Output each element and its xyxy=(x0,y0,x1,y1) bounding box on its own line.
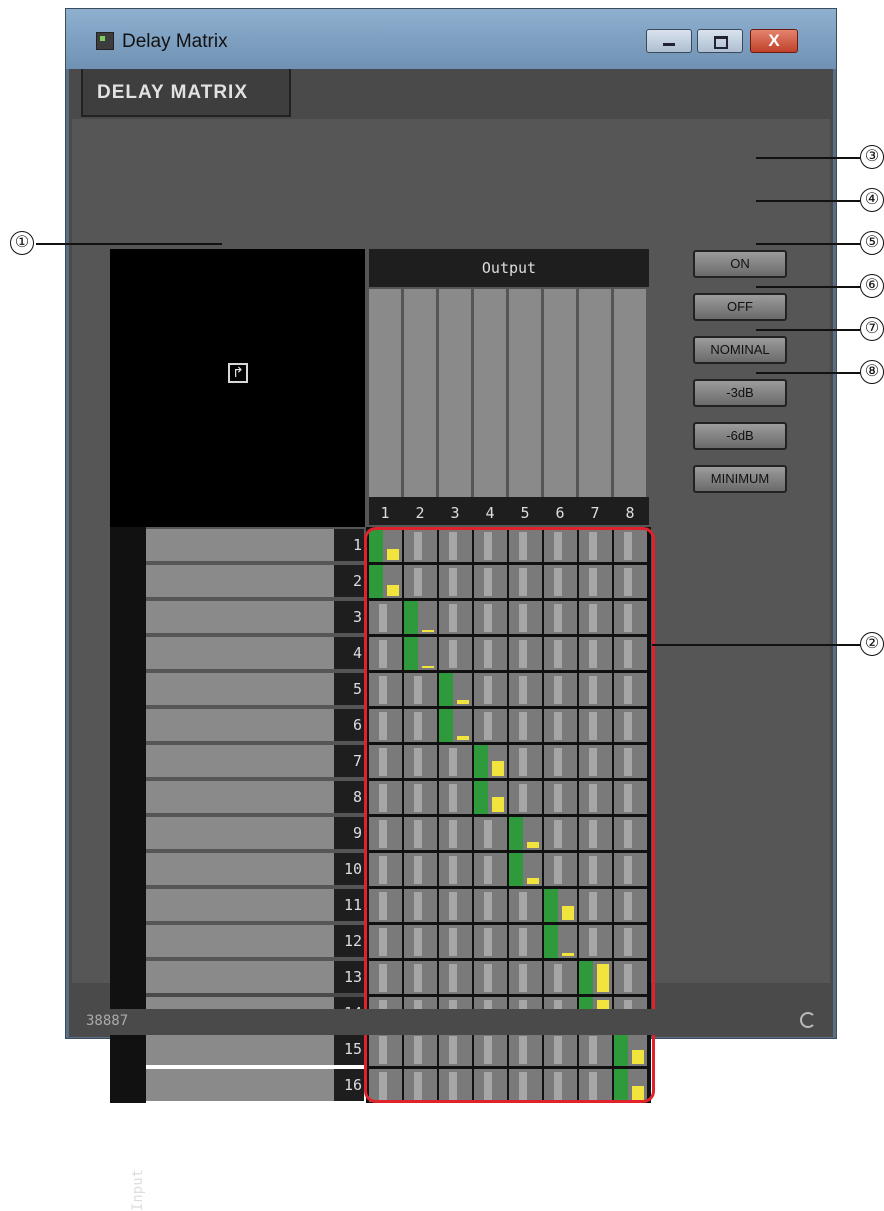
minus-6db-button[interactable]: -6dB xyxy=(693,422,787,450)
title-bar[interactable]: Delay Matrix X xyxy=(66,9,836,69)
input-number: 6 xyxy=(334,709,364,741)
nominal-button[interactable]: NOMINAL xyxy=(693,336,787,364)
callout-4: ④ xyxy=(860,188,884,212)
output-channel-7 xyxy=(579,289,611,497)
output-header: Output xyxy=(369,249,649,287)
tab-label: DELAY MATRIX xyxy=(97,82,249,103)
input-name-field[interactable] xyxy=(146,745,334,777)
input-name-field[interactable] xyxy=(146,925,334,957)
output-number: 2 xyxy=(404,501,436,525)
input-name-field[interactable] xyxy=(146,637,334,669)
input-name-field[interactable] xyxy=(146,853,334,885)
minimum-button[interactable]: MINIMUM xyxy=(693,465,787,493)
callout-6: ⑥ xyxy=(860,274,884,298)
output-number: 8 xyxy=(614,501,646,525)
refresh-icon[interactable] xyxy=(800,1012,816,1028)
input-number: 5 xyxy=(334,673,364,705)
output-channel-8 xyxy=(614,289,646,497)
minus-3db-button[interactable]: -3dB xyxy=(693,379,787,407)
callout-7: ⑦ xyxy=(860,317,884,341)
input-number: 11 xyxy=(334,889,364,921)
input-name-field[interactable] xyxy=(146,529,334,561)
callout-2: ② xyxy=(860,632,884,656)
matrix-panel: ↱ Output 12345678 Input 1 2 3 4 5 6 7 8 9 10 11 12 1… xyxy=(72,119,830,1211)
input-name-field[interactable] xyxy=(146,817,334,849)
callout-3: ③ xyxy=(860,145,884,169)
callout-line-4 xyxy=(756,200,860,202)
callout-line-7 xyxy=(756,329,860,331)
output-channel-2 xyxy=(404,289,436,497)
input-name-field[interactable] xyxy=(146,1069,334,1101)
input-number: 15 xyxy=(334,1033,364,1065)
input-name-field[interactable] xyxy=(146,889,334,921)
callout-line-6 xyxy=(756,286,860,288)
output-number: 7 xyxy=(579,501,611,525)
off-button[interactable]: OFF xyxy=(693,293,787,321)
output-number: 3 xyxy=(439,501,471,525)
corner-panel: ↱ xyxy=(110,249,365,527)
callout-8: ⑧ xyxy=(860,360,884,384)
input-number: 12 xyxy=(334,925,364,957)
delay-matrix-window: Delay Matrix X DELAY MATRIX ↱ Output 123… xyxy=(65,8,837,1211)
output-number: 1 xyxy=(369,501,401,525)
callout-line-5 xyxy=(756,243,860,245)
minimize-button[interactable] xyxy=(646,29,692,53)
minimize-icon xyxy=(663,43,675,46)
input-name-field[interactable] xyxy=(146,961,334,993)
callout-5: ⑤ xyxy=(860,231,884,255)
output-number: 5 xyxy=(509,501,541,525)
input-number: 9 xyxy=(334,817,364,849)
input-label: Input xyxy=(130,1168,146,1211)
input-number: 16 xyxy=(334,1069,364,1101)
input-name-field[interactable] xyxy=(146,1033,334,1065)
output-channel-3 xyxy=(439,289,471,497)
client-area: DELAY MATRIX ↱ Output 12345678 Input 123… xyxy=(69,69,833,1211)
input-number: 4 xyxy=(334,637,364,669)
input-number: 1 xyxy=(334,529,364,561)
input-name-field[interactable] xyxy=(146,673,334,705)
input-number: 8 xyxy=(334,781,364,813)
on-button[interactable]: ON xyxy=(693,250,787,278)
input-name-field[interactable] xyxy=(146,781,334,813)
close-icon: X xyxy=(768,31,780,50)
output-number: 4 xyxy=(474,501,506,525)
input-number: 7 xyxy=(334,745,364,777)
callout-line-2 xyxy=(652,644,860,646)
callout-line-1 xyxy=(36,243,222,245)
restore-button[interactable] xyxy=(697,29,743,53)
tab-delay-matrix[interactable]: DELAY MATRIX xyxy=(81,69,291,117)
callout-1: ① xyxy=(10,231,34,255)
output-channel-1 xyxy=(369,289,401,497)
input-name-field[interactable] xyxy=(146,601,334,633)
restore-icon xyxy=(714,36,728,49)
input-number: 3 xyxy=(334,601,364,633)
output-channel-5 xyxy=(509,289,541,497)
close-button[interactable]: X xyxy=(750,29,798,53)
status-bar: 38887 xyxy=(72,1009,830,1035)
arrow-corner-icon[interactable]: ↱ xyxy=(228,363,248,383)
callout-line-3 xyxy=(756,157,860,159)
output-number: 6 xyxy=(544,501,576,525)
callout-line-8 xyxy=(756,372,860,374)
input-number: 10 xyxy=(334,853,364,885)
output-channel-4 xyxy=(474,289,506,497)
input-name-field[interactable] xyxy=(146,565,334,597)
app-icon xyxy=(96,32,114,50)
input-name-field[interactable] xyxy=(146,709,334,741)
input-number: 2 xyxy=(334,565,364,597)
output-channel-6 xyxy=(544,289,576,497)
status-text: 38887 xyxy=(86,1013,129,1029)
window-title: Delay Matrix xyxy=(122,31,228,52)
input-number: 13 xyxy=(334,961,364,993)
